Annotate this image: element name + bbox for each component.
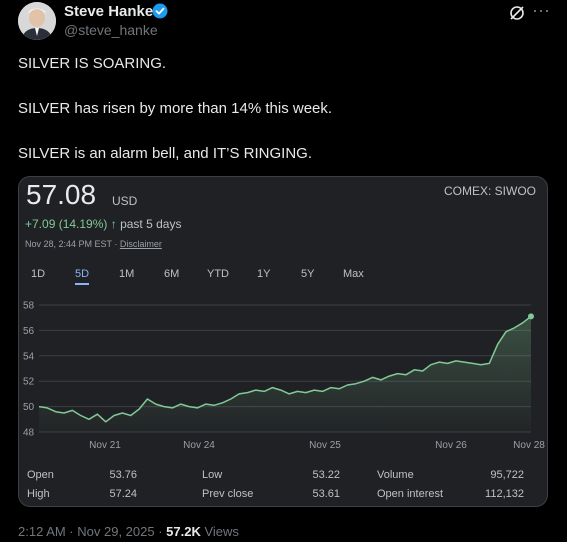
tweet-line-2: SILVER has risen by more than 14% this w… <box>18 100 333 117</box>
y-tick-label: 52 <box>23 377 35 388</box>
verified-badge-icon <box>152 3 168 19</box>
change-value: +7.09 (14.19%) <box>25 217 108 231</box>
disclaimer-link[interactable]: Disclaimer <box>120 239 162 249</box>
tweet-meta: 2:12 AM · Nov 29, 2025 · 57.2K Views <box>18 524 239 539</box>
y-tick-label: 58 <box>23 301 35 312</box>
series-area <box>39 316 531 432</box>
quote-timestamp: Nov 28, 2:44 PM EST · Disclaimer <box>25 239 162 249</box>
y-tick-label: 56 <box>23 326 35 337</box>
stat-low-label: Low <box>202 469 223 481</box>
avatar[interactable] <box>18 2 56 40</box>
view-count: 57.2K <box>166 524 201 539</box>
range-tab-1d[interactable]: 1D <box>31 268 45 283</box>
tweet-line-1: SILVER IS SOARING. <box>18 55 167 72</box>
quote-time: Nov 28, 2:44 PM EST · <box>25 239 120 249</box>
grok-icon[interactable] <box>508 4 526 22</box>
tweet-timestamp[interactable]: 2:12 AM · Nov 29, 2025 · <box>18 524 166 539</box>
stat-volume-value: 95,722 <box>490 469 524 481</box>
more-options-icon[interactable]: ⋯ <box>532 1 551 22</box>
range-tab-6m[interactable]: 6M <box>164 268 179 283</box>
stat-volume-label: Volume <box>377 469 414 481</box>
x-tick-label: Nov 24 <box>183 440 215 451</box>
change-period: past 5 days <box>120 217 182 231</box>
range-tab-ytd[interactable]: YTD <box>207 268 229 283</box>
stat-high-label: High <box>27 488 50 500</box>
x-tick-label: Nov 26 <box>435 440 467 451</box>
stock-quote-card[interactable]: 57.08 USD COMEX: SIWOO +7.09 (14.19%) ↑ … <box>18 176 548 507</box>
range-tab-5d[interactable]: 5D <box>75 268 90 285</box>
stat-prev-close-value: 53.61 <box>312 488 340 500</box>
x-tick-label: Nov 25 <box>309 440 341 451</box>
y-tick-label: 50 <box>23 402 35 413</box>
stat-open-value: 53.76 <box>109 469 137 481</box>
tweet-line-3: SILVER is an alarm bell, and IT’S RINGIN… <box>18 145 312 162</box>
range-tab-max[interactable]: Max <box>343 268 364 283</box>
price-change: +7.09 (14.19%) ↑ past 5 days <box>25 217 181 231</box>
x-tick-label: Nov 28 <box>513 440 545 451</box>
range-tab-1y[interactable]: 1Y <box>257 268 270 283</box>
price-chart[interactable]: 48 50 52 54 56 58 Nov 21 Nov 24 Nov 25 Nov 26 Nov … <box>19 295 547 455</box>
author-name[interactable]: Steve Hanke <box>64 3 153 20</box>
stat-high-value: 57.24 <box>109 488 137 500</box>
price-value: 57.08 <box>26 179 97 210</box>
views-label: Views <box>200 524 239 539</box>
avatar-image <box>18 2 56 40</box>
x-tick-label: Nov 21 <box>89 440 121 451</box>
arrow-up-icon: ↑ <box>110 217 117 231</box>
stat-open-interest-value: 112,132 <box>485 488 524 500</box>
stat-low-value: 53.22 <box>312 469 340 481</box>
stat-prev-close-label: Prev close <box>202 488 254 500</box>
author-handle[interactable]: @steve_hanke <box>64 22 158 38</box>
range-tab-5y[interactable]: 5Y <box>301 268 314 283</box>
last-point-marker <box>528 313 534 320</box>
stat-open-interest-label: Open interest <box>377 488 444 500</box>
ticker-label: COMEX: SIWOO <box>443 184 536 198</box>
y-tick-label: 48 <box>23 428 35 439</box>
currency-label: USD <box>112 194 138 208</box>
stat-open-label: Open <box>27 469 54 481</box>
range-tab-1m[interactable]: 1M <box>119 268 134 283</box>
y-tick-label: 54 <box>23 351 35 362</box>
